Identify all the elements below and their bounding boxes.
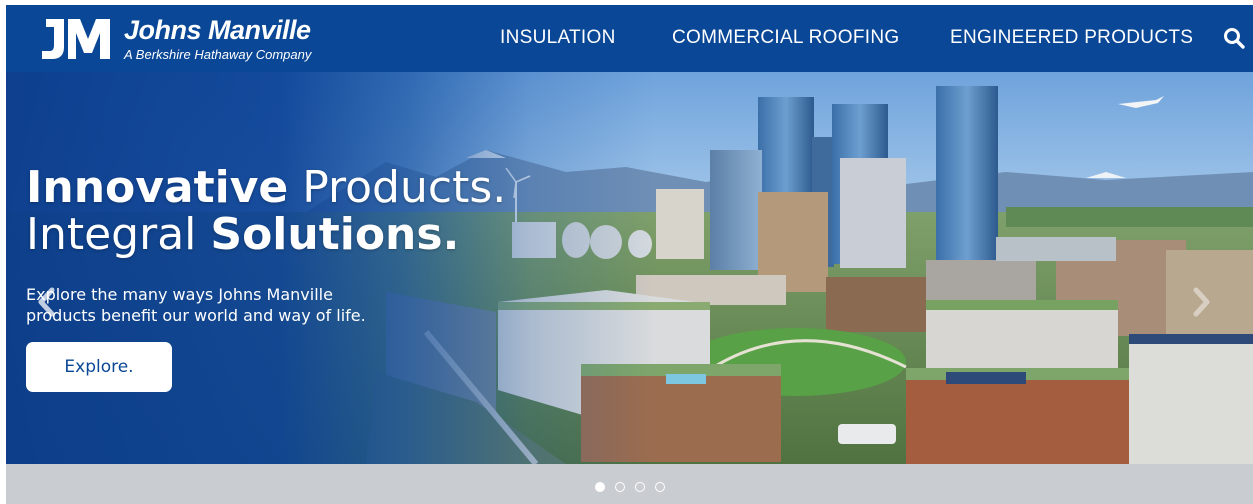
nav-engineered-products[interactable]: ENGINEERED PRODUCTS — [950, 27, 1193, 49]
headline-word-integral: Integral — [26, 209, 211, 260]
hero-carousel: Innovative Products. Integral Solutions.… — [6, 72, 1253, 464]
headline-line-2: Integral Solutions. — [26, 211, 506, 258]
chevron-right-icon[interactable] — [1186, 282, 1216, 322]
johns-manville-logo[interactable]: Johns Manville A Berkshire Hathaway Comp… — [40, 15, 340, 65]
nav-commercial-roofing[interactable]: COMMERCIAL ROOFING — [672, 27, 899, 49]
carousel-dot-1[interactable] — [595, 482, 605, 492]
headline-line-1: Innovative Products. — [26, 164, 506, 211]
search-icon[interactable] — [1222, 26, 1246, 50]
hero-headline: Innovative Products. Integral Solutions. — [26, 164, 506, 258]
headline-word-solutions: Solutions. — [210, 209, 460, 260]
brand-name: Johns Manville — [124, 15, 311, 45]
hero-gradient-overlay — [6, 72, 1253, 464]
jm-monogram-icon — [42, 19, 110, 59]
carousel-dot-3[interactable] — [635, 482, 645, 492]
page-frame: Johns Manville A Berkshire Hathaway Comp… — [6, 5, 1253, 504]
nav-insulation[interactable]: INSULATION — [500, 27, 616, 49]
headline-word-products: Products. — [288, 162, 507, 213]
chevron-left-icon[interactable] — [32, 282, 62, 322]
hero-subtext: Explore the many ways Johns Manville pro… — [26, 285, 366, 325]
carousel-dot-4[interactable] — [655, 482, 665, 492]
carousel-dot-2[interactable] — [615, 482, 625, 492]
explore-button[interactable]: Explore. — [26, 342, 172, 392]
top-navigation-bar: Johns Manville A Berkshire Hathaway Comp… — [6, 5, 1253, 72]
brand-tagline: A Berkshire Hathaway Company — [124, 47, 312, 62]
headline-word-innovative: Innovative — [26, 162, 289, 213]
carousel-indicator-bar — [6, 464, 1253, 504]
